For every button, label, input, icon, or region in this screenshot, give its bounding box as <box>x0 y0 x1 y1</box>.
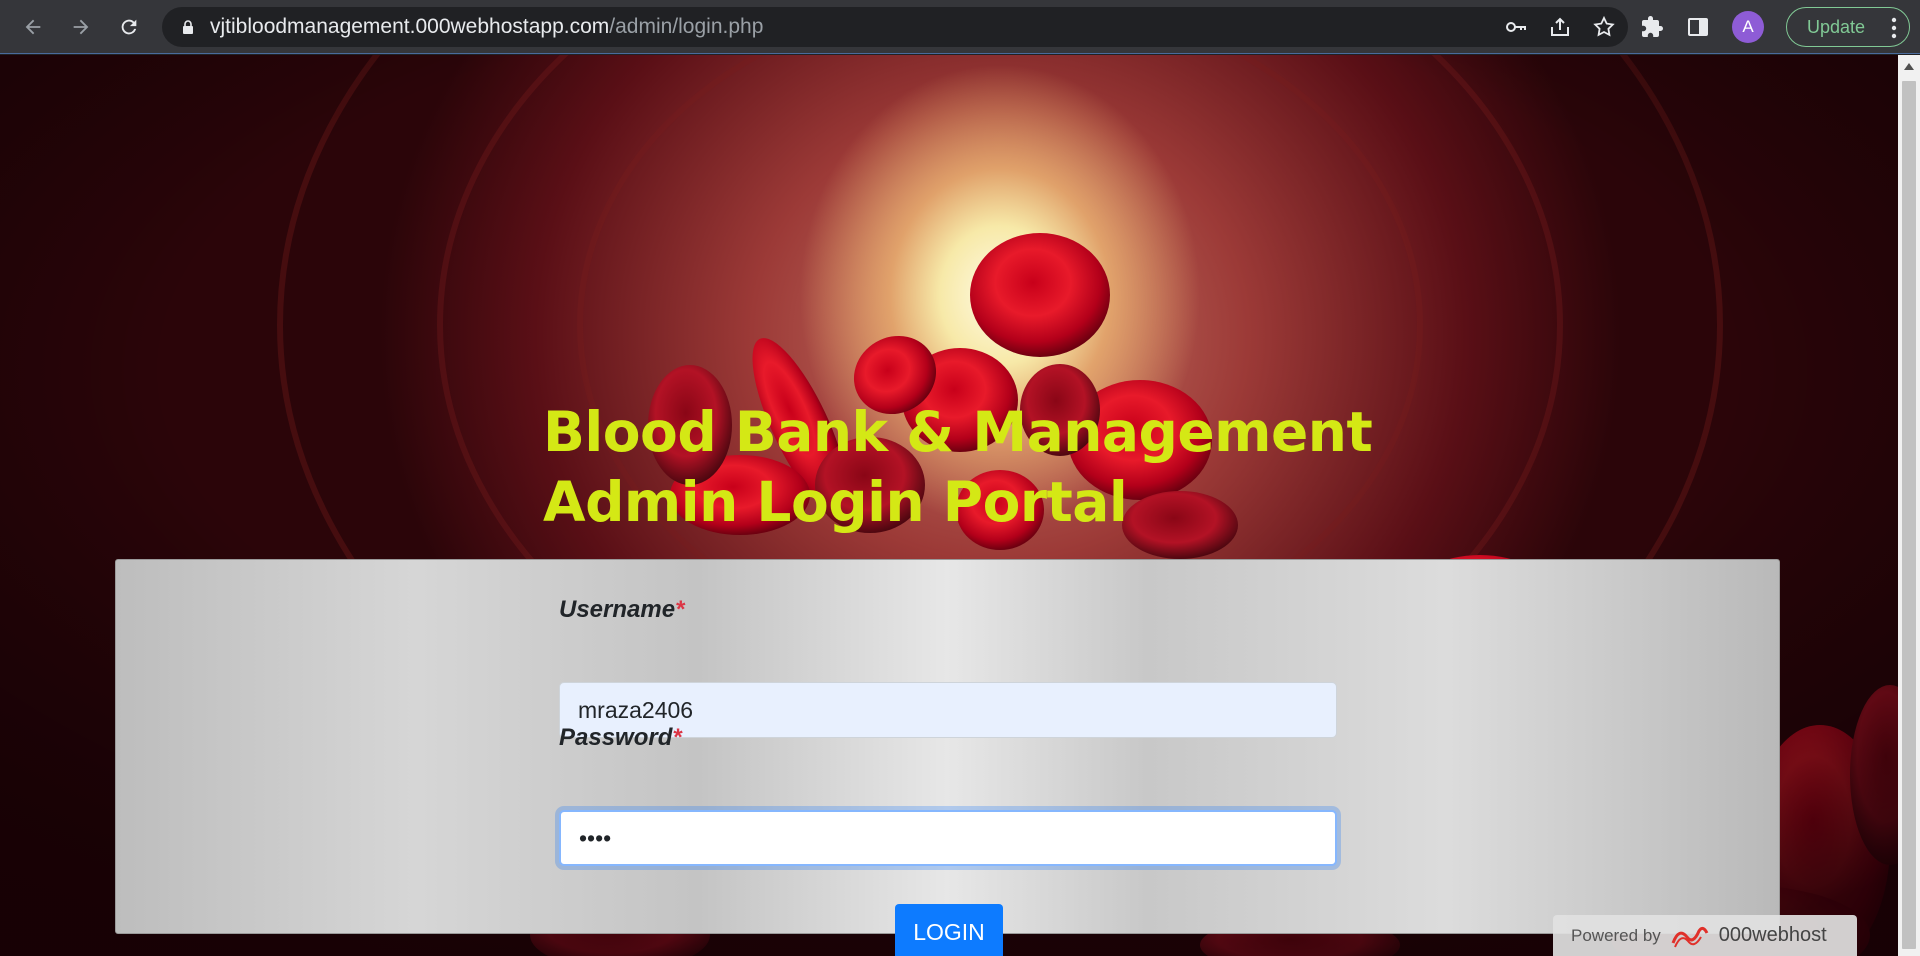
title-line-2: Admin Login Portal <box>543 470 1128 534</box>
url-path: /admin/login.php <box>609 15 764 38</box>
side-panel-icon[interactable] <box>1686 15 1710 39</box>
kebab-menu-icon <box>1891 17 1897 39</box>
key-icon[interactable] <box>1504 15 1528 39</box>
page-viewport: Blood Bank & Management Admin Login Port… <box>0 55 1898 956</box>
lock-icon <box>183 20 193 34</box>
profile-avatar[interactable]: A <box>1732 11 1764 43</box>
vertical-scrollbar[interactable] <box>1898 55 1920 956</box>
url-text: vjtibloodmanagement.000webhostapp.com/ad… <box>210 15 763 39</box>
puzzle-icon[interactable] <box>1640 15 1664 39</box>
brand-name: 000webhost <box>1718 924 1827 946</box>
share-icon[interactable] <box>1548 15 1572 39</box>
arrow-left-icon <box>25 19 41 34</box>
scrollbar-thumb[interactable] <box>1902 81 1916 949</box>
login-button[interactable]: LOGIN <box>895 904 1003 956</box>
password-label: Password* <box>559 724 682 751</box>
star-icon[interactable] <box>1592 15 1616 39</box>
address-bar[interactable]: vjtibloodmanagement.000webhostapp.com/ad… <box>162 7 1628 47</box>
login-form: Username* mraza2406 Password* •••• LOGIN <box>115 559 1780 956</box>
reload-button[interactable] <box>110 8 148 46</box>
username-value: mraza2406 <box>578 696 694 723</box>
forward-button[interactable] <box>62 8 100 46</box>
powered-by-text: Powered by <box>1571 925 1661 945</box>
powered-by-badge[interactable]: Powered by 000webhost <box>1553 915 1857 956</box>
page-title: Blood Bank & Management Admin Login Port… <box>543 397 1443 537</box>
password-value: •••• <box>579 824 612 851</box>
000webhost-logo-icon <box>1671 926 1709 947</box>
arrow-right-icon <box>73 19 89 34</box>
required-marker: * <box>675 596 685 623</box>
password-field[interactable]: •••• <box>559 810 1337 866</box>
update-label: Update <box>1807 16 1866 37</box>
title-line-1: Blood Bank & Management <box>543 400 1373 464</box>
update-button[interactable]: Update <box>1786 7 1910 47</box>
required-marker: * <box>672 724 682 751</box>
browser-toolbar: vjtibloodmanagement.000webhostapp.com/ad… <box>0 0 1920 54</box>
back-button[interactable] <box>14 8 52 46</box>
username-label: Username* <box>559 596 685 623</box>
reload-icon <box>121 19 137 34</box>
scroll-up-arrow-icon[interactable] <box>1904 63 1914 70</box>
url-host: vjtibloodmanagement.000webhostapp.com <box>210 15 610 38</box>
